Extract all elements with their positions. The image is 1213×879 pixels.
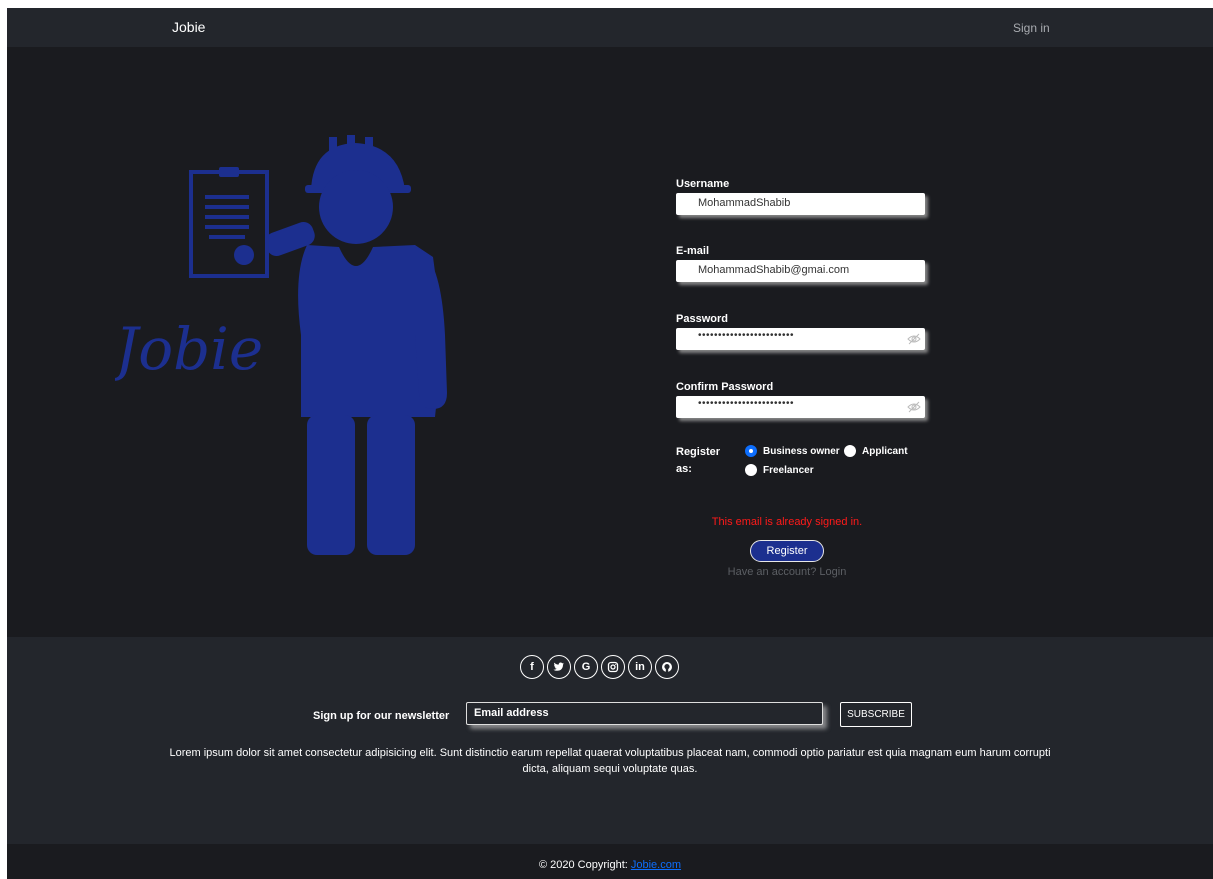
jobie-logo-text: Jobie	[115, 315, 263, 383]
radio-unchecked-icon	[745, 464, 757, 476]
copyright-text: © 2020 Copyright: Jobie.com	[7, 859, 1213, 871]
email-input[interactable]: MohammadShabib@gmai.com	[676, 260, 925, 282]
password-input[interactable]: ••••••••••••••••••••••••	[676, 328, 925, 350]
radio-freelancer[interactable]: Freelancer	[745, 464, 814, 476]
github-icon[interactable]	[655, 655, 679, 679]
newsletter-label: Sign up for our newsletter	[313, 710, 450, 722]
username-input[interactable]: MohammadShabib	[676, 193, 925, 215]
username-label: Username	[676, 178, 730, 190]
navbar: Jobie Sign in	[7, 8, 1213, 47]
eye-slash-icon[interactable]	[907, 400, 921, 414]
password-label: Password	[676, 313, 728, 325]
login-link[interactable]: Have an account? Login	[676, 566, 898, 578]
radio-label: Business owner	[763, 445, 840, 457]
password-mask: ••••••••••••••••••••••••	[698, 330, 795, 341]
footer-description: Lorem ipsum dolor sit amet consectetur a…	[169, 747, 1051, 775]
error-message: This email is already signed in.	[711, 516, 863, 528]
register-form: Username MohammadShabib E-mail MohammadS…	[676, 47, 936, 637]
copyright-link[interactable]: Jobie.com	[631, 859, 681, 871]
email-label: E-mail	[676, 245, 710, 257]
confirm-password-input[interactable]: ••••••••••••••••••••••••	[676, 396, 925, 418]
radio-business-owner[interactable]: Business owner	[745, 445, 840, 457]
subscribe-button[interactable]: SUBSCRIBE	[840, 702, 912, 727]
page-frame: Jobie Sign in Jobie Username MohammadSha…	[7, 8, 1213, 879]
radio-label: Applicant	[862, 445, 908, 457]
register-button[interactable]: Register	[750, 540, 824, 562]
twitter-icon[interactable]	[547, 655, 571, 679]
worker-illustration: Jobie	[115, 135, 447, 555]
sign-in-link[interactable]: Sign in	[1013, 21, 1050, 35]
radio-applicant[interactable]: Applicant	[844, 445, 908, 457]
footer: f G in Sign up for our newsletter Email …	[7, 637, 1213, 844]
brand-link[interactable]: Jobie	[172, 19, 205, 35]
confirm-password-label: Confirm Password	[676, 381, 774, 393]
newsletter-email-input[interactable]: Email address	[466, 702, 823, 725]
google-icon[interactable]: G	[574, 655, 598, 679]
username-value: MohammadShabib	[698, 197, 791, 209]
copyright-bar: © 2020 Copyright: Jobie.com	[7, 844, 1213, 879]
radio-unchecked-icon	[844, 445, 856, 457]
radio-checked-icon	[745, 445, 757, 457]
email-value: MohammadShabib@gmai.com	[698, 264, 850, 276]
instagram-icon[interactable]	[601, 655, 625, 679]
linkedin-icon[interactable]: in	[628, 655, 652, 679]
eye-slash-icon[interactable]	[907, 332, 921, 346]
newsletter-placeholder: Email address	[474, 707, 549, 719]
main-content: Jobie Username MohammadShabib E-mail Moh…	[7, 47, 1213, 637]
confirm-password-mask: ••••••••••••••••••••••••	[698, 398, 795, 409]
radio-label: Freelancer	[763, 464, 814, 476]
register-as-label: Register as:	[676, 446, 721, 475]
social-links: f G in	[520, 655, 679, 679]
facebook-icon[interactable]: f	[520, 655, 544, 679]
copyright-prefix: © 2020 Copyright:	[538, 859, 628, 871]
